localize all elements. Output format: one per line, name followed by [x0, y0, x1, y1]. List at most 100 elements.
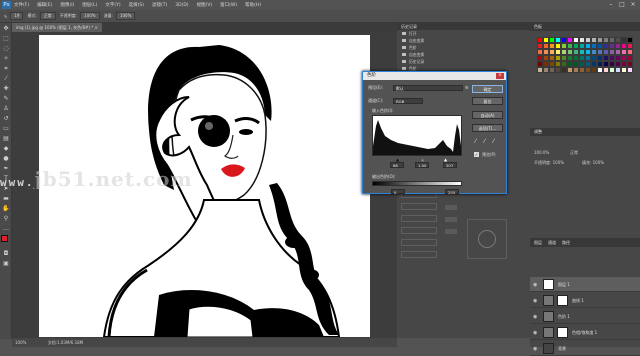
layer-row[interactable]: ◉ 图层 1 [530, 277, 640, 292]
layers-panel-tabs: 图层 通道 路径 [530, 239, 640, 247]
layer-row[interactable]: ◉ 曲线 1 [530, 293, 640, 308]
foreground-color-swatch[interactable] [1, 235, 8, 242]
stamp-tool-icon[interactable]: ♙ [1, 104, 11, 113]
tab-layers[interactable]: 图层 [534, 239, 542, 247]
zoom-level[interactable]: 100% [15, 340, 26, 345]
swatches-panel-title[interactable]: 色板 [530, 23, 640, 31]
menu-3d[interactable]: 3D(D) [175, 3, 188, 8]
visibility-eye-icon[interactable]: ◉ [533, 330, 537, 336]
quick-mask-icon[interactable]: ◘ [1, 249, 11, 258]
reset-button[interactable]: 复位 [472, 97, 503, 105]
dodge-tool-icon[interactable]: ● [1, 154, 11, 163]
menu-view[interactable]: 视图(V) [197, 2, 213, 8]
adjustments-panel-title[interactable]: 调整 [530, 128, 640, 136]
brush-size-picker[interactable]: 19 [10, 12, 24, 20]
property-field[interactable] [445, 229, 457, 234]
opacity-field[interactable]: 100% [80, 12, 100, 20]
layer-row[interactable]: ◉ 色相/饱和度 1 [530, 325, 640, 340]
preset-select[interactable]: 默认 [393, 85, 463, 91]
visibility-eye-icon[interactable]: ◉ [533, 314, 537, 320]
property-row[interactable] [401, 203, 437, 210]
fill-setting[interactable]: 填充: 100% [582, 160, 604, 166]
close-tab-icon[interactable]: × [94, 25, 97, 30]
lasso-tool-icon[interactable]: ◌ [1, 44, 11, 53]
menu-type[interactable]: 文字(Y) [105, 2, 120, 8]
preview-checkbox[interactable]: ✓ [474, 152, 479, 157]
blend-mode[interactable]: 正常 [570, 150, 578, 156]
close-dialog-button[interactable]: × [496, 73, 504, 79]
input-black-field[interactable]: 68 [390, 162, 404, 168]
history-item[interactable]: 历史记录 [397, 58, 530, 65]
tab-paths[interactable]: 路径 [562, 239, 570, 247]
close-window-button[interactable]: × [628, 1, 638, 9]
black-eyedropper-icon[interactable]: ⁄ [475, 138, 476, 145]
layer-row[interactable]: ◉ 背景 [530, 341, 640, 356]
preset-options-icon[interactable]: ⚙ [465, 85, 469, 90]
more-tools-icon[interactable]: … [1, 224, 11, 233]
history-item[interactable]: 色阶 [397, 44, 530, 51]
white-eyedropper-icon[interactable]: ⁄ [493, 138, 494, 145]
move-tool-icon[interactable]: ✥ [1, 24, 11, 33]
menu-edit[interactable]: 编辑(E) [37, 2, 52, 8]
menu-file[interactable]: 文件(F) [14, 2, 29, 8]
adjust-value[interactable]: 100.0% [534, 150, 549, 155]
eraser-tool-icon[interactable]: ▭ [1, 124, 11, 133]
history-brush-tool-icon[interactable]: ↺ [1, 114, 11, 123]
auto-button[interactable]: 自动(A) [472, 111, 503, 119]
maximize-button[interactable]: □ [617, 1, 627, 9]
zoom-tool-icon[interactable]: ⚲ [1, 214, 11, 223]
tab-channels[interactable]: 通道 [548, 239, 556, 247]
document-tab[interactable]: img (1).jpg @ 100% (图层 1, 灰色/8#) * × [12, 23, 102, 32]
ok-button[interactable]: 确定 [472, 85, 503, 93]
swatch-grid[interactable] [537, 37, 637, 73]
eyedropper-tool-icon[interactable]: ⁄ [1, 74, 11, 83]
visibility-eye-icon[interactable]: ◉ [533, 282, 537, 288]
menu-select[interactable]: 选择(S) [129, 2, 144, 8]
gradient-tool-icon[interactable]: ▤ [1, 134, 11, 143]
channel-select[interactable]: RGB [393, 98, 423, 104]
input-white-field[interactable]: 207 [443, 162, 457, 168]
output-gradient-bar[interactable] [372, 181, 462, 186]
mode-select[interactable]: 正常 [39, 12, 56, 20]
property-row[interactable] [401, 215, 437, 222]
blur-tool-icon[interactable]: ◆ [1, 144, 11, 153]
visibility-eye-icon[interactable]: ◉ [533, 298, 537, 304]
gray-eyedropper-icon[interactable]: ⁄ [484, 138, 485, 145]
output-levels-label: 输出色阶(O): [372, 174, 396, 179]
color-swatch[interactable] [627, 67, 633, 73]
menu-layer[interactable]: 图层(L) [82, 2, 97, 8]
property-row[interactable] [401, 239, 437, 246]
levels-dialog-titlebar[interactable]: 色阶 × [363, 72, 506, 80]
output-white-field[interactable]: 255 [445, 189, 459, 195]
property-field[interactable] [445, 205, 457, 210]
options-button[interactable]: 选项(T)... [472, 124, 503, 132]
property-row[interactable] [401, 227, 437, 234]
color-swatches[interactable] [0, 234, 11, 248]
history-item[interactable]: 自由变换 [397, 37, 530, 44]
output-black-field[interactable]: 0 [391, 189, 405, 195]
property-row[interactable] [401, 251, 437, 258]
quick-select-tool-icon[interactable]: ✧ [1, 54, 11, 63]
flow-field[interactable]: 100% [115, 12, 136, 20]
minimize-button[interactable]: – [606, 1, 616, 9]
history-panel-title[interactable]: 历史记录 [397, 23, 530, 30]
menu-filter[interactable]: 滤镜(T) [152, 2, 167, 8]
hand-tool-icon[interactable]: ✋ [1, 204, 11, 213]
healing-tool-icon[interactable]: ✚ [1, 84, 11, 93]
menu-help[interactable]: 帮助(H) [245, 2, 261, 8]
layer-row[interactable]: ◉ 色阶 1 [530, 309, 640, 324]
crop-tool-icon[interactable]: ⌗ [1, 64, 11, 73]
opacity-setting[interactable]: 不透明度: 100% [534, 160, 564, 166]
brush-tool-icon[interactable]: ✎ [4, 14, 7, 19]
marquee-tool-icon[interactable]: ⬚ [1, 34, 11, 43]
history-item[interactable]: 打开 [397, 30, 530, 37]
screen-mode-icon[interactable]: ▣ [1, 259, 11, 268]
input-gamma-field[interactable]: 1.00 [415, 162, 429, 168]
history-item[interactable]: 自由变换 [397, 51, 530, 58]
input-slider-track[interactable]: ▲ ▲ ▲ [372, 157, 462, 162]
property-field[interactable] [445, 217, 457, 222]
brush-tool-icon[interactable]: ✎ [1, 94, 11, 103]
menu-image[interactable]: 图像(I) [60, 2, 74, 8]
menu-window[interactable]: 窗口(W) [220, 2, 237, 8]
shape-tool-icon[interactable]: ▬ [1, 194, 11, 203]
